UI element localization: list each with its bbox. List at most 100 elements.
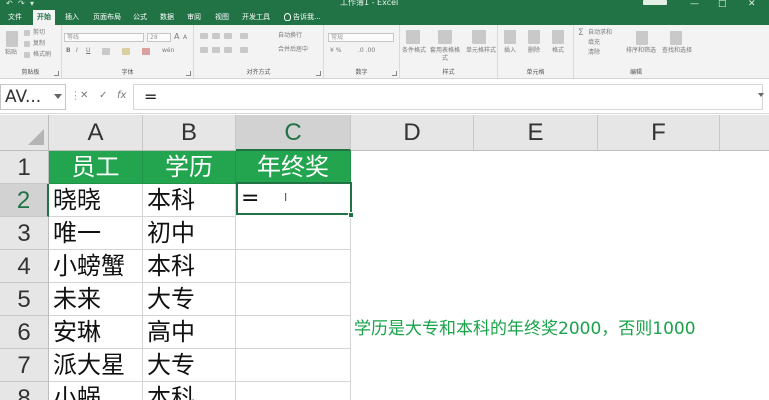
phonetic-button[interactable]: wén xyxy=(162,47,174,55)
font-launcher-icon[interactable] xyxy=(186,71,191,76)
cell-c7[interactable] xyxy=(236,349,351,382)
expand-formula-icon[interactable] xyxy=(758,93,764,97)
row-header-3[interactable]: 3 xyxy=(0,217,49,250)
format-painter-button[interactable]: 格式刷 xyxy=(33,51,51,59)
column-header-e[interactable]: E xyxy=(474,115,598,151)
tab-review[interactable]: 审阅 xyxy=(187,10,201,25)
font-color-icon[interactable] xyxy=(142,48,150,55)
cell-b2[interactable]: 本科 xyxy=(143,184,236,217)
account-button[interactable] xyxy=(643,0,667,5)
align-center-icon[interactable] xyxy=(212,47,220,53)
cell-a8[interactable]: 小蜗 xyxy=(49,382,143,400)
align-bottom-icon[interactable] xyxy=(224,33,232,39)
tab-data[interactable]: 数据 xyxy=(160,10,174,25)
cell-a4[interactable]: 小螃蟹 xyxy=(49,250,143,283)
minimize-icon[interactable]: — xyxy=(690,0,699,9)
insert-cells-button[interactable]: 插入 xyxy=(504,47,516,55)
align-right-icon[interactable] xyxy=(224,47,232,53)
bold-button[interactable]: B xyxy=(66,47,71,55)
merge-center-button[interactable]: 合并后居中 xyxy=(278,46,308,54)
insert-function-icon[interactable]: fx xyxy=(117,89,126,103)
align-middle-icon[interactable] xyxy=(212,33,220,39)
cell-a2[interactable]: 晓晓 xyxy=(49,184,143,217)
cell-c1[interactable]: 年终奖 xyxy=(236,151,351,184)
format-cells-button[interactable]: 格式 xyxy=(552,47,564,55)
tab-developer[interactable]: 开发工具 xyxy=(242,10,270,25)
decimal-icon[interactable]: .0 .00 xyxy=(358,47,375,55)
fill-color-icon[interactable] xyxy=(122,48,130,55)
font-size-select[interactable]: 28 xyxy=(147,33,171,42)
clear-button[interactable]: 清除 xyxy=(588,49,600,57)
row-header-5[interactable]: 5 xyxy=(0,283,49,316)
paste-icon[interactable] xyxy=(6,31,18,47)
formula-input[interactable]: = xyxy=(133,84,763,110)
sort-filter-button[interactable]: 排序和筛选 xyxy=(626,47,656,55)
number-launcher-icon[interactable] xyxy=(392,71,397,76)
grow-font-icon[interactable]: A xyxy=(174,33,179,41)
column-header-g[interactable] xyxy=(720,115,769,151)
cell-b3[interactable]: 初中 xyxy=(143,217,236,250)
redo-icon[interactable]: ↷ xyxy=(18,0,25,9)
maximize-icon[interactable]: □ xyxy=(718,0,727,9)
cell-a6[interactable]: 安琳 xyxy=(49,316,143,349)
font-name-select[interactable]: 等线 xyxy=(64,33,144,42)
row-header-4[interactable]: 4 xyxy=(0,250,49,283)
customize-qat-icon[interactable]: ▾ xyxy=(30,0,34,9)
column-header-f[interactable]: F xyxy=(598,115,720,151)
wrap-text-button[interactable]: 自动换行 xyxy=(278,32,302,40)
number-format-select[interactable]: 常规 xyxy=(328,33,394,42)
close-icon[interactable]: ✕ xyxy=(748,0,756,9)
autosum-button[interactable]: 自动求和 xyxy=(588,29,612,37)
delete-cells-button[interactable]: 删除 xyxy=(528,47,540,55)
row-header-1[interactable]: 1 xyxy=(0,151,49,184)
tab-formulas[interactable]: 公式 xyxy=(133,10,147,25)
cell-b7[interactable]: 大专 xyxy=(143,349,236,382)
tab-page-layout[interactable]: 页面布局 xyxy=(93,10,121,25)
cell-c5[interactable] xyxy=(236,283,351,316)
cell-b1[interactable]: 学历 xyxy=(143,151,236,184)
align-left-icon[interactable] xyxy=(200,47,208,53)
cell-a1[interactable]: 员工 xyxy=(49,151,143,184)
cell-a5[interactable]: 未来 xyxy=(49,283,143,316)
conditional-format-button[interactable]: 条件格式 xyxy=(402,47,426,55)
copy-button[interactable]: 复制 xyxy=(33,40,45,48)
tab-file[interactable]: 文件 xyxy=(8,10,22,25)
select-all-button[interactable] xyxy=(0,115,49,151)
indent-icon[interactable] xyxy=(240,47,248,53)
active-cell-c2[interactable]: = xyxy=(236,182,352,215)
alignment-launcher-icon[interactable] xyxy=(316,71,321,76)
row-header-8[interactable]: 8 xyxy=(0,382,49,400)
tab-home[interactable]: 开始 xyxy=(33,10,55,25)
tell-me-search[interactable]: 告诉我... xyxy=(293,10,321,25)
orientation-icon[interactable] xyxy=(240,33,248,39)
row-header-6[interactable]: 6 xyxy=(0,316,49,349)
cell-b6[interactable]: 高中 xyxy=(143,316,236,349)
row-header-2[interactable]: 2 xyxy=(0,184,49,217)
tab-insert[interactable]: 插入 xyxy=(65,10,79,25)
cell-b5[interactable]: 大专 xyxy=(143,283,236,316)
column-header-a[interactable]: A xyxy=(49,115,143,151)
underline-button[interactable]: U xyxy=(86,47,90,55)
cut-button[interactable]: 剪切 xyxy=(33,29,45,37)
fill-button[interactable]: 填充 xyxy=(588,39,600,47)
cell-c8[interactable] xyxy=(236,382,351,400)
cell-c3[interactable] xyxy=(236,217,351,250)
paste-button[interactable]: 粘贴 xyxy=(5,49,17,57)
column-header-c[interactable]: C xyxy=(236,115,351,151)
clipboard-launcher-icon[interactable] xyxy=(54,71,59,76)
cell-b4[interactable]: 本科 xyxy=(143,250,236,283)
column-header-b[interactable]: B xyxy=(143,115,236,151)
name-box-dropdown-icon[interactable] xyxy=(54,94,62,99)
borders-icon[interactable] xyxy=(102,48,110,55)
cell-c4[interactable] xyxy=(236,250,351,283)
cell-styles-button[interactable]: 单元格样式 xyxy=(466,47,496,55)
italic-button[interactable]: I xyxy=(76,47,78,55)
tab-view[interactable]: 视图 xyxy=(215,10,229,25)
cell-b8[interactable]: 本科 xyxy=(143,382,236,400)
cell-a3[interactable]: 唯一 xyxy=(49,217,143,250)
align-top-icon[interactable] xyxy=(200,33,208,39)
currency-icon[interactable]: ¥ % xyxy=(330,47,341,55)
find-select-button[interactable]: 查找和选择 xyxy=(662,47,692,55)
row-header-7[interactable]: 7 xyxy=(0,349,49,382)
undo-icon[interactable]: ↶ xyxy=(6,0,13,9)
